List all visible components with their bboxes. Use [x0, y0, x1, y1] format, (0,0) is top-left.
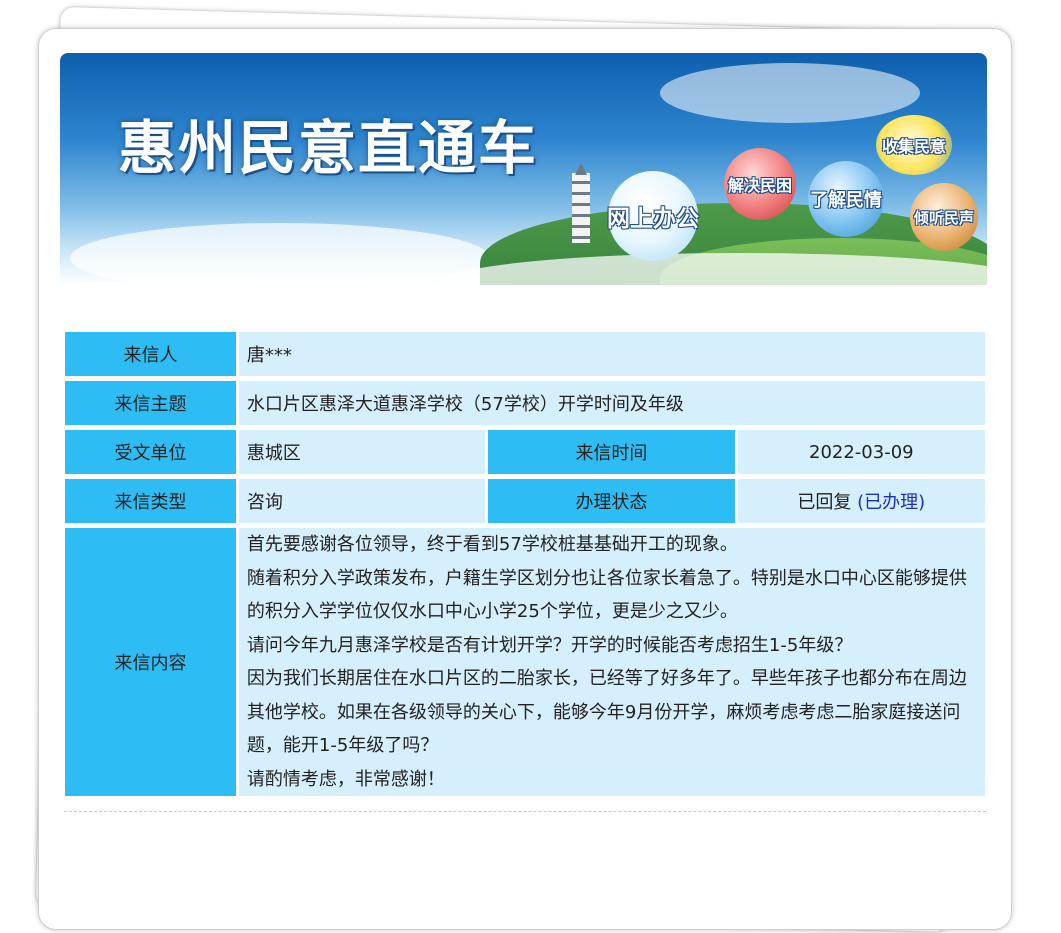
- content-paragraph: 因为我们长期居住在水口片区的二胎家长，已经等了好多年了。早些年孩子也都分布在周边…: [246, 668, 967, 756]
- banner-cloud: [660, 63, 920, 123]
- content-paragraph: 请问今年九月惠泽学校是否有计划开学？开学的时候能否考虑招生1-5年级？: [246, 634, 853, 656]
- bubble-listen-voice: 倾听民声: [910, 183, 978, 251]
- status-label: 办理状态: [488, 479, 735, 523]
- sender-value: 唐***: [238, 332, 985, 376]
- bubble-collect-opinion: 收集民意: [876, 115, 952, 175]
- content-label: 来信内容: [65, 528, 236, 796]
- status-value: 已回复: [797, 492, 852, 513]
- content-paragraph: 随着积分入学政策发布，户籍生学区划分也让各位家长着急了。特别是水口中心区能够提供…: [246, 567, 967, 623]
- unit-value: 惠城区: [238, 430, 486, 474]
- content-paragraph: 首先要感谢各位领导，终于看到57学校桩基基础开工的现象。: [246, 534, 738, 555]
- row-type-status: 来信类型 咨询 办理状态 已回复 (已办理): [65, 479, 985, 523]
- banner-cloud: [70, 223, 490, 285]
- status-handled-link[interactable]: (已办理): [857, 492, 925, 513]
- bubble-solve-difficulty: 解决民困: [724, 148, 796, 220]
- row-unit-time: 受文单位 惠城区 来信时间 2022-03-09: [65, 430, 985, 474]
- banner-title: 惠州民意直通车: [118, 114, 539, 182]
- content-value: 首先要感谢各位领导，终于看到57学校桩基基础开工的现象。 随着积分入学政策发布，…: [238, 528, 985, 796]
- letter-info-table: 来信人 唐*** 来信主题 水口片区惠泽大道惠泽学校（57学校）开学时间及年级 …: [62, 327, 988, 801]
- status-cell: 已回复 (已办理): [737, 479, 985, 523]
- unit-label: 受文单位: [65, 430, 236, 474]
- row-subject: 来信主题 水口片区惠泽大道惠泽学校（57学校）开学时间及年级: [65, 381, 985, 425]
- row-content: 来信内容 首先要感谢各位领导，终于看到57学校桩基基础开工的现象。 随着积分入学…: [65, 528, 985, 796]
- pagoda-icon: [572, 173, 590, 243]
- bubble-online-office: 网上办公: [607, 171, 699, 261]
- site-banner: 惠州民意直通车 收集民意 解决民困 了解民情 倾听民声 网上办公: [60, 53, 987, 285]
- content-paragraph: 请酌情考虑，非常感谢！: [246, 768, 445, 790]
- bottom-divider: [64, 811, 986, 813]
- sender-label: 来信人: [65, 332, 236, 376]
- row-sender: 来信人 唐***: [65, 332, 985, 376]
- time-label: 来信时间: [488, 430, 735, 474]
- type-value: 咨询: [238, 479, 486, 523]
- time-value: 2022-03-09: [737, 430, 985, 474]
- bubble-know-situation: 了解民情: [808, 161, 884, 237]
- subject-value: 水口片区惠泽大道惠泽学校（57学校）开学时间及年级: [238, 381, 985, 425]
- type-label: 来信类型: [65, 479, 236, 523]
- subject-label: 来信主题: [65, 381, 236, 425]
